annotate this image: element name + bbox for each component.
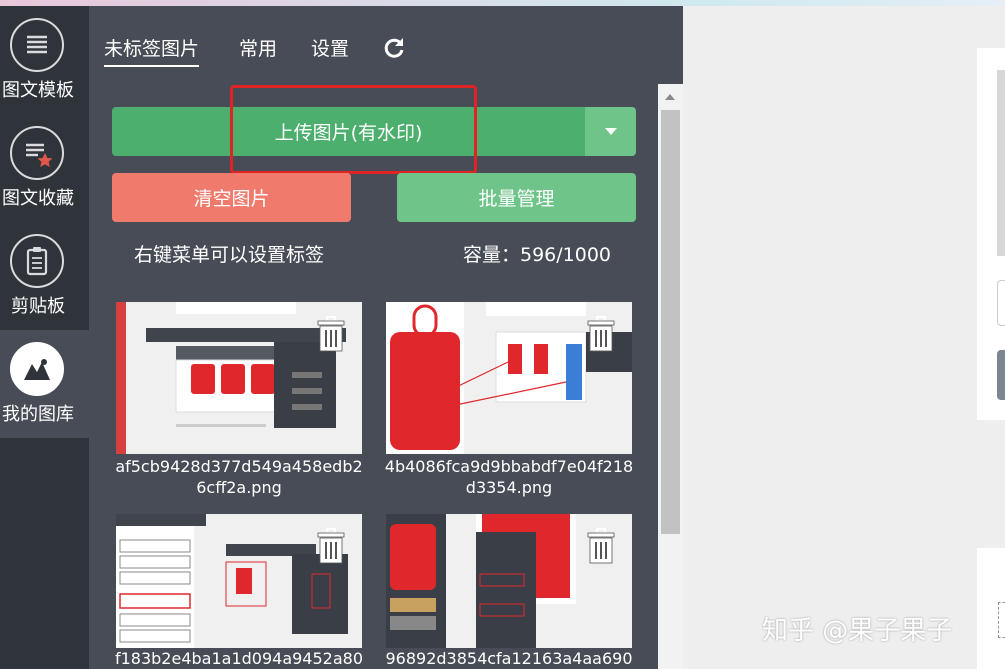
sidebar-item-label: 图文收藏 xyxy=(2,188,74,209)
canvas-input-edge[interactable] xyxy=(997,280,1005,326)
chevron-down-icon xyxy=(604,127,617,135)
tab-common[interactable]: 常用 xyxy=(239,34,277,61)
refresh-icon[interactable] xyxy=(382,36,406,60)
watermark-text: 知乎 @果子果子 xyxy=(762,616,953,646)
capacity-text: 容量：596/1000 xyxy=(463,244,612,266)
gallery-scrollbar[interactable] xyxy=(658,84,683,669)
tab-settings[interactable]: 设置 xyxy=(311,34,349,61)
image-thumbnail[interactable] xyxy=(116,514,362,648)
highlight-annotation-box xyxy=(230,85,477,174)
sidebar-item-label: 剪贴板 xyxy=(11,296,65,317)
sidebar-item-label: 图文模板 xyxy=(2,80,74,101)
canvas-dashed-edge xyxy=(998,602,1005,638)
upload-options-dropdown[interactable] xyxy=(585,107,636,156)
gallery-image-icon xyxy=(10,342,64,396)
trash-icon[interactable] xyxy=(316,316,346,352)
sidebar: 图文模板 图文收藏 剪贴板 我的图库 xyxy=(0,6,89,669)
image-filename: f183b2e4ba1a1d094a9452a80 xyxy=(114,649,364,668)
trash-icon[interactable] xyxy=(586,316,616,352)
editor-bottom-panel xyxy=(977,548,1005,669)
sidebar-item-template[interactable]: 图文模板 xyxy=(0,6,89,114)
editor-canvas-panel xyxy=(977,48,1005,420)
trash-icon[interactable] xyxy=(316,528,346,564)
scroll-up-arrow-icon[interactable] xyxy=(665,94,675,100)
image-filename: 4b4086fca9d9bbabdf7e04f218d3354.png xyxy=(384,457,634,497)
clear-images-button[interactable]: 清空图片 xyxy=(112,173,351,222)
clipboard-icon xyxy=(10,234,64,288)
image-filename: af5cb9428d377d549a458edb26cff2a.png xyxy=(115,457,363,497)
image-thumbnail[interactable] xyxy=(386,302,632,454)
sidebar-item-gallery[interactable]: 我的图库 xyxy=(0,330,89,438)
tab-untagged[interactable]: 未标签图片 xyxy=(104,34,200,67)
sidebar-item-favorites[interactable]: 图文收藏 xyxy=(0,114,89,222)
trash-icon[interactable] xyxy=(586,528,616,564)
template-list-icon xyxy=(10,18,64,72)
canvas-button-edge[interactable] xyxy=(997,350,1005,400)
sidebar-item-label: 我的图库 xyxy=(2,404,74,425)
batch-manage-button[interactable]: 批量管理 xyxy=(397,173,636,222)
favorites-star-icon xyxy=(10,126,64,180)
image-filename: 96892d3854cfa12163a4aa690 xyxy=(385,649,633,668)
canvas-edge xyxy=(997,70,1005,256)
tag-hint-text: 右键菜单可以设置标签 xyxy=(134,244,325,266)
scrollbar-thumb[interactable] xyxy=(661,110,680,534)
image-thumbnail[interactable] xyxy=(116,302,362,454)
sidebar-item-clipboard[interactable]: 剪贴板 xyxy=(0,222,89,330)
image-thumbnail[interactable] xyxy=(386,514,632,648)
